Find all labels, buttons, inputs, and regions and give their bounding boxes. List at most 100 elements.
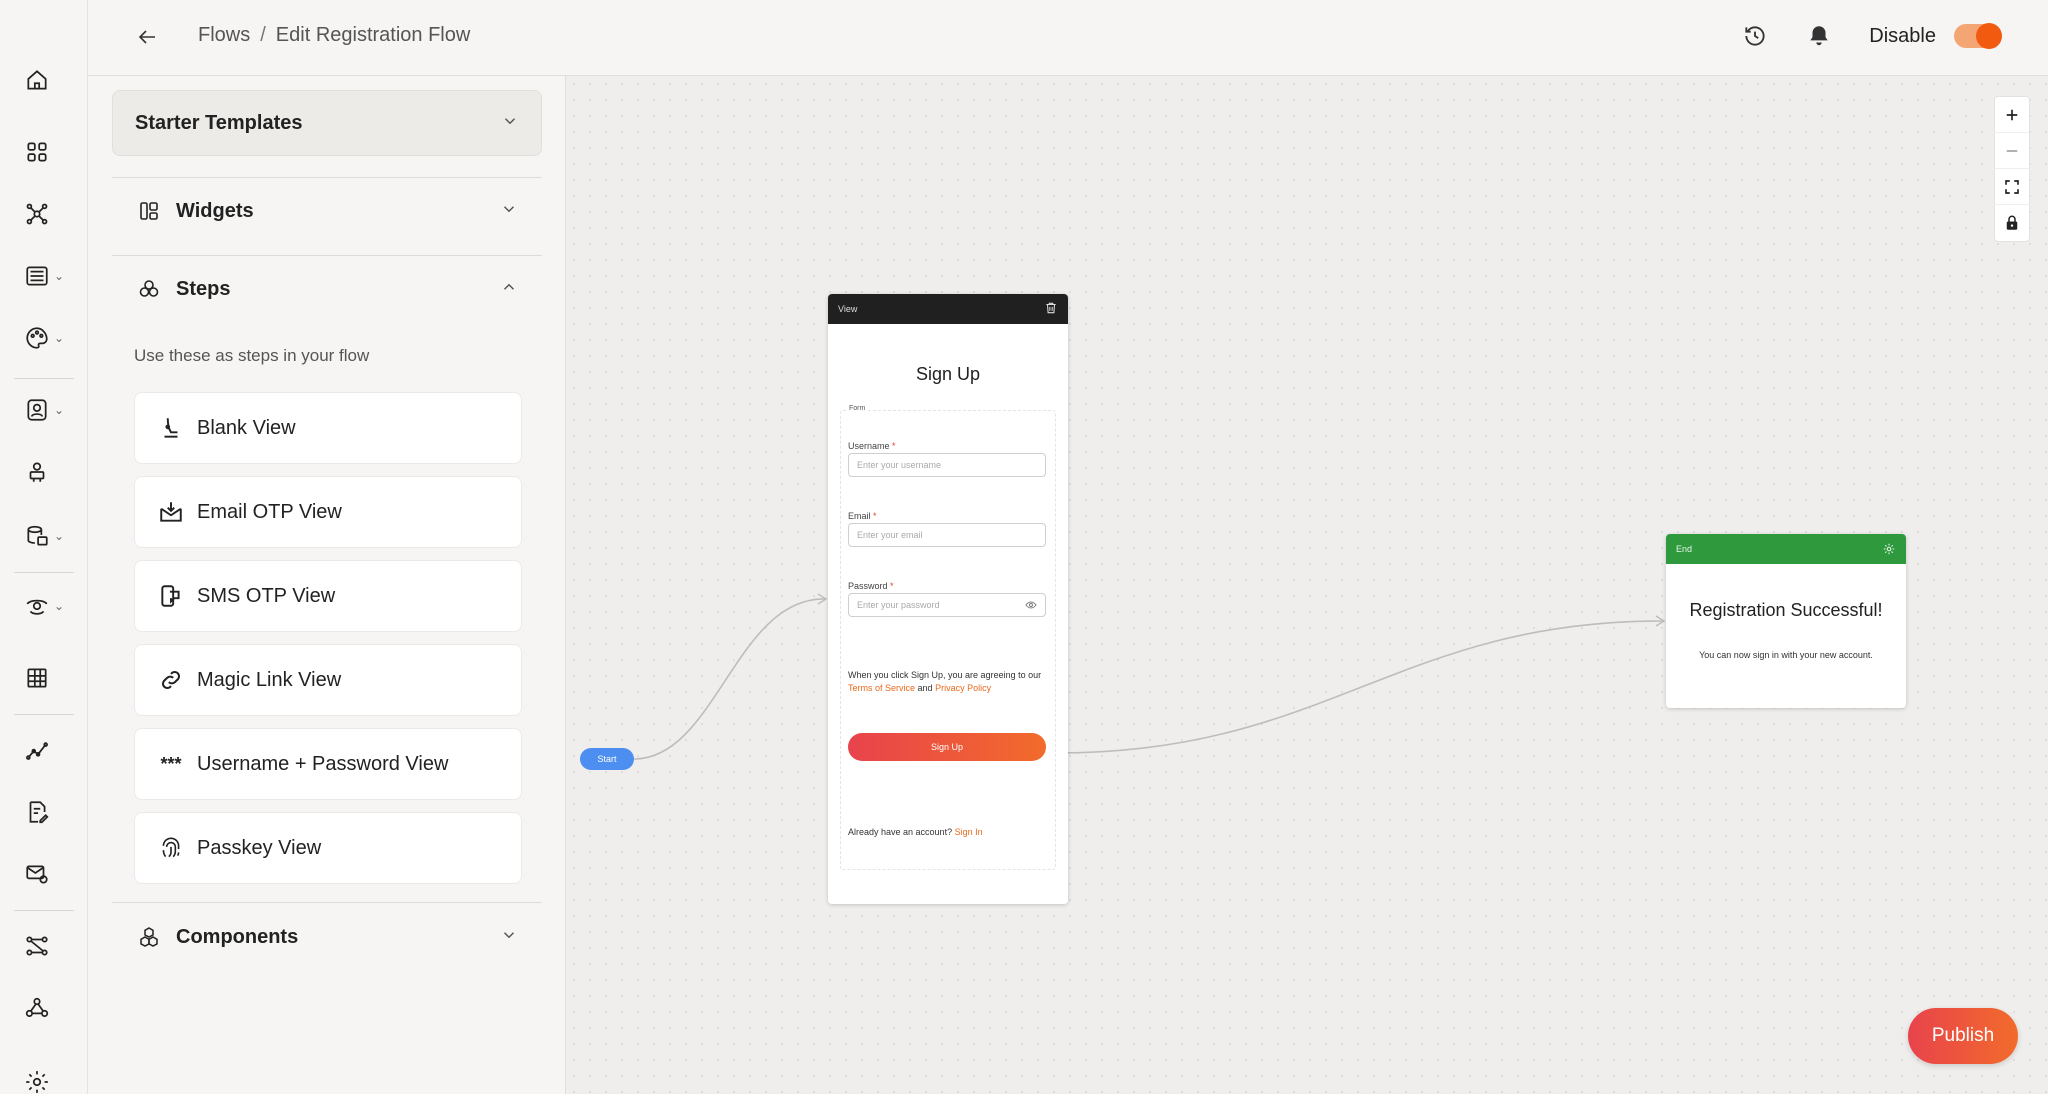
email-settings-nav[interactable] [24, 856, 72, 892]
grid-icon [27, 142, 47, 162]
end-node-type: End [1676, 544, 1693, 554]
view-node-header: View [828, 294, 1068, 324]
history-icon [1745, 26, 1765, 46]
analytics-nav[interactable] [24, 732, 72, 768]
flow-canvas[interactable]: Start View Sign Up Form Username * Enter… [566, 76, 2048, 1094]
panel-divider [112, 255, 542, 256]
organizations-nav[interactable] [24, 660, 72, 696]
branding-nav[interactable]: ⌄ [24, 320, 72, 356]
terms-agreement: When you click Sign Up, you are agreeing… [848, 670, 1042, 693]
username-label: Username * [848, 441, 896, 451]
arrow-left-icon [138, 30, 155, 44]
person-desk-icon [29, 462, 45, 482]
step-passkey-view[interactable]: Passkey View [134, 812, 522, 884]
terms-link[interactable]: Terms of Service [848, 683, 915, 693]
email-otp-icon [157, 498, 185, 526]
asterisks-icon: *** [160, 753, 182, 774]
breadcrumb-flows[interactable]: Flows [198, 24, 250, 47]
trash-icon[interactable] [1044, 301, 1058, 317]
gear-icon[interactable] [1882, 542, 1896, 556]
signup-view-node[interactable]: View Sign Up Form Username * Enter your … [828, 294, 1068, 904]
steps-label: Steps [176, 277, 231, 300]
palette-icon [26, 327, 48, 349]
rail-divider [14, 910, 74, 911]
mail-gear-icon [26, 865, 48, 884]
users-nav[interactable]: ⌄ [24, 392, 72, 428]
toggle-knob [1976, 23, 2002, 49]
history-button[interactable] [1737, 18, 1773, 54]
lock-button[interactable] [1995, 205, 2029, 241]
lock-icon [2006, 215, 2018, 230]
steps-accordion[interactable]: Steps [112, 258, 542, 320]
widgets-accordion[interactable]: Widgets [112, 180, 542, 242]
form-tag: Form [847, 405, 868, 412]
privacy-link[interactable]: Privacy Policy [935, 683, 991, 693]
fingerprint-icon [157, 834, 185, 862]
components-icon [136, 924, 162, 950]
panel-divider [112, 177, 542, 178]
zoom-in-button[interactable] [1995, 97, 2029, 133]
zoom-controls [1994, 96, 2030, 242]
blank-view-icon [157, 414, 185, 442]
webhook-icon [25, 997, 49, 1017]
fullscreen-icon [2005, 179, 2019, 194]
logs-nav[interactable] [24, 794, 72, 830]
fit-view-button[interactable] [1995, 169, 2029, 205]
end-node[interactable]: End Registration Successful! You can now… [1666, 534, 1906, 708]
identity-nav[interactable]: ⌄ [24, 588, 72, 624]
step-sms-otp-view[interactable]: SMS OTP View [134, 560, 522, 632]
signin-link[interactable]: Sign In [955, 827, 983, 837]
webhooks-nav[interactable] [24, 990, 72, 1026]
bell-icon [1810, 26, 1828, 46]
widgets-label: Widgets [176, 199, 254, 222]
data-nav[interactable]: ⌄ [24, 258, 72, 294]
steps-hint: Use these as steps in your flow [134, 346, 370, 365]
chevron-down-icon [501, 112, 519, 135]
network-icon [26, 203, 48, 225]
view-node-type: View [838, 304, 858, 314]
eye-icon[interactable] [1025, 599, 1037, 611]
storage-nav[interactable]: ⌄ [24, 518, 72, 554]
home-nav[interactable] [24, 62, 72, 98]
zoom-out-button[interactable] [1995, 133, 2029, 169]
publish-button[interactable]: Publish [1908, 1008, 2018, 1064]
builder-panel: Starter Templates Widgets Steps Use thes… [88, 76, 566, 1094]
database-icon [27, 525, 48, 546]
roles-nav[interactable] [24, 454, 72, 490]
step-email-otp-view[interactable]: Email OTP View [134, 476, 522, 548]
icon-rail: ⌄ ⌄ ⌄ ⌄ ⌄ [0, 0, 88, 1094]
rail-divider [14, 572, 74, 573]
step-label: Blank View [197, 416, 296, 439]
components-accordion[interactable]: Components [112, 906, 542, 968]
chevron-down-icon: ⌄ [54, 403, 65, 417]
chevron-down-icon: ⌄ [54, 269, 65, 283]
list-icon [26, 266, 48, 286]
edge-start-to-view [633, 598, 827, 760]
email-label: Email * [848, 511, 877, 521]
signup-button[interactable]: Sign Up [848, 733, 1046, 761]
password-input[interactable]: Enter your password [848, 593, 1046, 617]
back-button[interactable] [130, 20, 164, 54]
chevron-down-icon [500, 926, 518, 949]
flows-nav[interactable] [24, 928, 72, 964]
graph-nav[interactable] [24, 196, 72, 232]
rail-divider [14, 378, 74, 379]
email-input[interactable]: Enter your email [848, 523, 1046, 547]
components-label: Components [176, 925, 299, 948]
username-input[interactable]: Enter your username [848, 453, 1046, 477]
chevron-down-icon: ⌄ [54, 599, 65, 613]
plus-icon [2006, 109, 2018, 120]
start-node[interactable]: Start [580, 748, 634, 770]
step-blank-view[interactable]: Blank View [134, 392, 522, 464]
step-magic-link-view[interactable]: Magic Link View [134, 644, 522, 716]
signup-title: Sign Up [915, 364, 981, 384]
settings-nav[interactable] [24, 1064, 72, 1094]
breadcrumb-separator: / [260, 24, 266, 46]
starter-templates-accordion[interactable]: Starter Templates [112, 90, 542, 156]
document-edit-icon [29, 801, 49, 824]
step-username-password-view[interactable]: *** Username + Password View [134, 728, 522, 800]
apps-nav[interactable] [24, 134, 72, 170]
notifications-button[interactable] [1801, 18, 1837, 54]
rail-divider [14, 714, 74, 715]
disable-toggle[interactable] [1954, 23, 2002, 49]
